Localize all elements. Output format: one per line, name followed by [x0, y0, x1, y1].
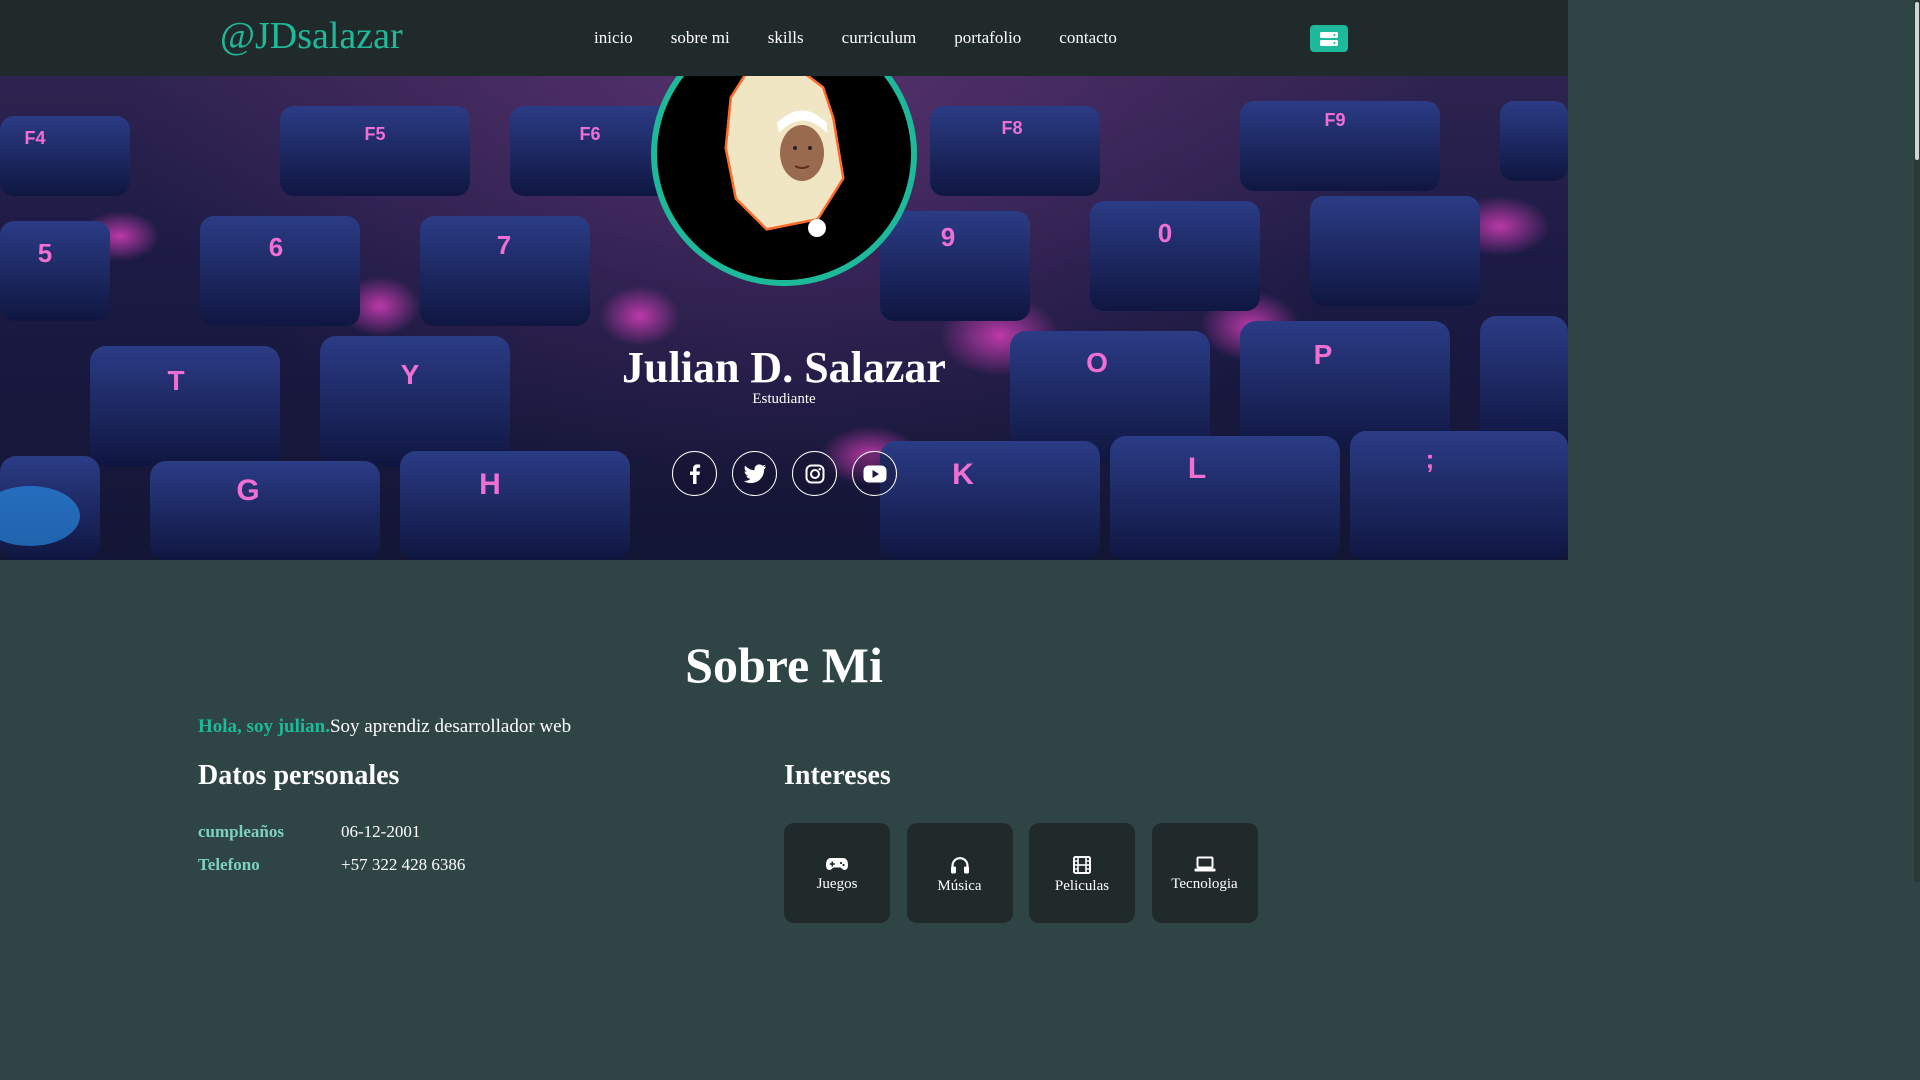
hero-name: Julian D. Salazar [622, 343, 946, 392]
twitter-icon [743, 463, 766, 483]
key-label: 6 [269, 232, 283, 262]
interest-label: Peliculas [1054, 878, 1110, 894]
interest-card-tecnologia[interactable]: Tecnologia [1151, 823, 1258, 923]
section-title: Sobre Mi [685, 637, 883, 693]
interest-card-musica[interactable]: Música [906, 823, 1013, 923]
server-icon [1320, 31, 1338, 46]
key-label: F6 [579, 124, 600, 144]
key-label: L [1188, 452, 1206, 485]
social-links [672, 451, 912, 496]
intro-highlight: Hola, soy julian. [198, 716, 330, 737]
intro-text: Hola, soy julian.Soy aprendiz desarrolla… [198, 716, 571, 738]
row-label: Telefono [198, 855, 260, 874]
nav-link-portafolio[interactable]: portafolio [954, 28, 1021, 48]
youtube-icon [863, 465, 886, 482]
row-value: +57 322 428 6386 [341, 855, 466, 874]
scrollbar-thumb[interactable] [1915, 2, 1919, 160]
key-label: 7 [497, 230, 511, 260]
interest-label: Música [937, 878, 982, 894]
nav-link-skills[interactable]: skills [768, 28, 804, 48]
key-label: F8 [1001, 118, 1022, 138]
key-label: ; [1426, 444, 1435, 474]
nav-link-sobre-mi[interactable]: sobre mi [671, 28, 730, 48]
interest-card-juegos[interactable]: Juegos [784, 823, 890, 923]
gamepad-icon [826, 858, 848, 870]
page-scrollbar[interactable] [1914, 0, 1920, 882]
youtube-link[interactable] [852, 451, 897, 496]
menu-toggle-button[interactable] [1310, 25, 1348, 52]
row-label: cumpleaños [198, 822, 284, 841]
film-icon [1073, 856, 1091, 874]
facebook-icon [689, 463, 700, 484]
row-value: 06-12-2001 [341, 822, 421, 841]
interests-heading: Intereses [784, 760, 891, 791]
key-label: 0 [1158, 218, 1172, 248]
key-label: H [479, 468, 501, 501]
key-label: F5 [364, 124, 385, 144]
hero-section: F4 F5 F6 F8 F9 5 6 7 9 0 T Y O P G H K L… [0, 76, 1568, 560]
hero-role: Estudiante [752, 391, 816, 407]
nav-link-curriculum[interactable]: curriculum [842, 28, 917, 48]
key-label: 5 [38, 238, 52, 268]
instagram-link[interactable] [792, 451, 837, 496]
headphones-icon [950, 857, 969, 874]
key-label: F4 [24, 128, 45, 148]
interests-cards: Juegos Música Peliculas Tecnologia [784, 823, 1274, 923]
nav-link-contacto[interactable]: contacto [1059, 28, 1117, 48]
instagram-icon [805, 464, 824, 483]
interest-label: Juegos [816, 876, 858, 892]
key-label: 9 [941, 222, 955, 252]
facebook-link[interactable] [672, 451, 717, 496]
key-label: G [236, 474, 259, 507]
nav-link-inicio[interactable]: inicio [594, 28, 633, 48]
key-label: K [952, 458, 974, 491]
intro-body: Soy aprendiz desarrollador web [329, 716, 572, 737]
twitter-link[interactable] [732, 451, 777, 496]
interest-card-peliculas[interactable]: Peliculas [1029, 823, 1135, 923]
profile-photo [658, 76, 910, 280]
laptop-icon [1194, 856, 1215, 872]
key-label: F9 [1324, 110, 1345, 130]
navbar: @JDsalazar inicio sobre mi skills curric… [0, 0, 1568, 76]
interest-label: Tecnologia [1171, 876, 1238, 892]
nav-links: inicio sobre mi skills curriculum portaf… [594, 28, 1155, 48]
personal-heading: Datos personales [198, 760, 400, 791]
brand-logo[interactable]: @JDsalazar [220, 14, 403, 58]
